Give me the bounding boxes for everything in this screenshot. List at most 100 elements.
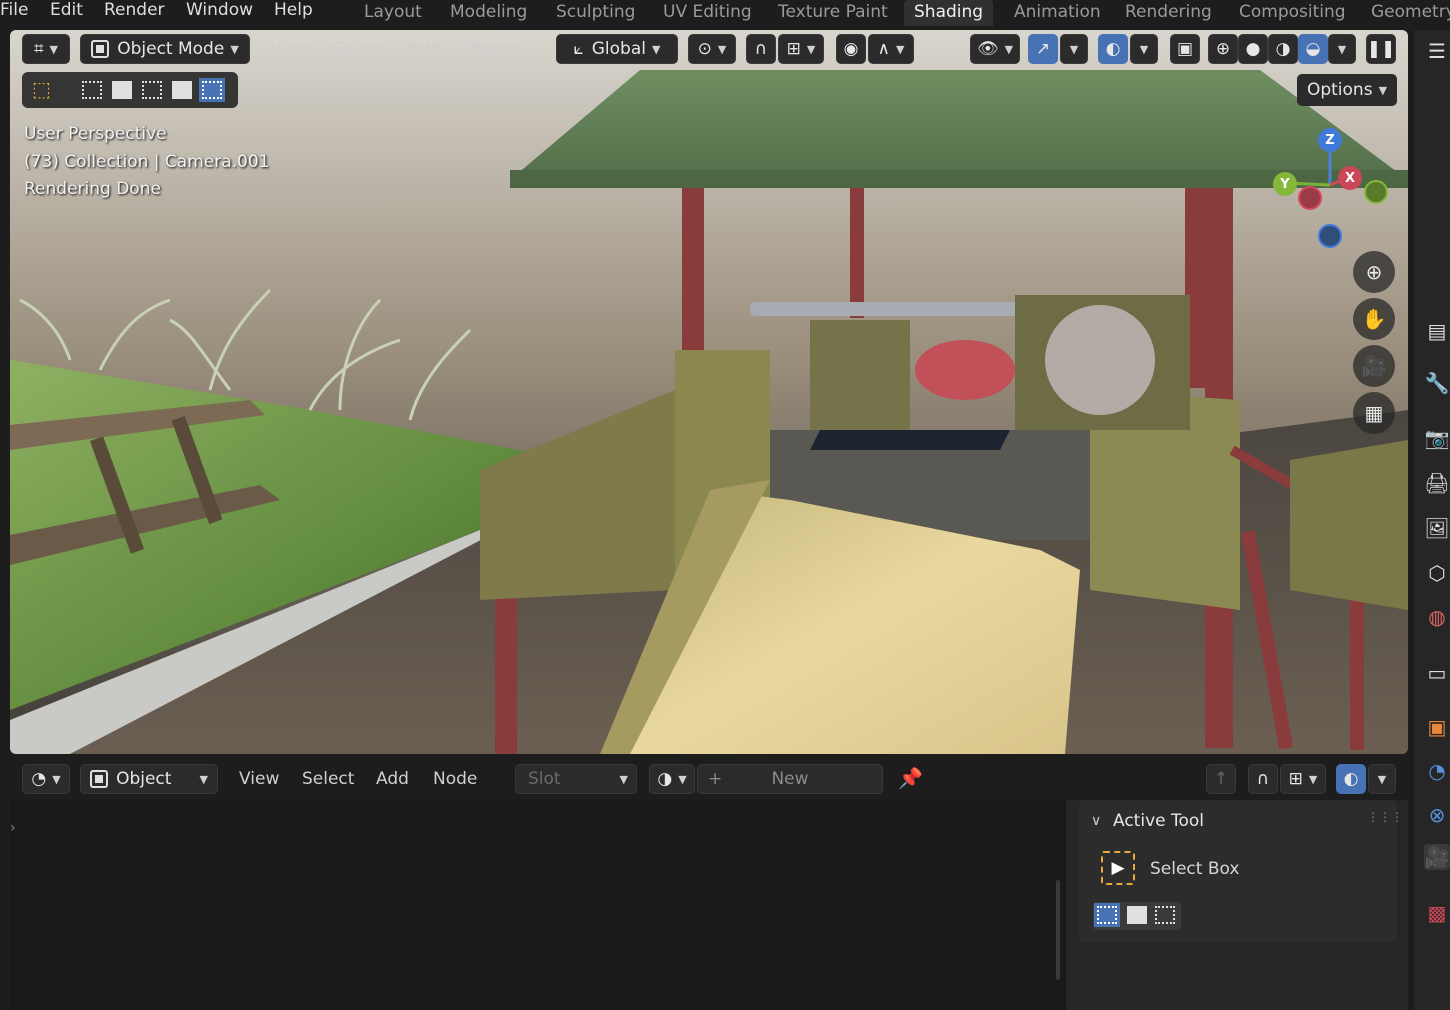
- shading-solid-button[interactable]: ●: [1238, 34, 1268, 64]
- perspective-toggle-button[interactable]: ▦: [1353, 392, 1395, 434]
- menu-render[interactable]: Render: [104, 0, 165, 24]
- menu-add[interactable]: Add: [408, 39, 441, 59]
- proportional-edit-toggle[interactable]: ◉: [836, 34, 866, 64]
- axis-neg-z-icon[interactable]: [1318, 224, 1342, 248]
- shading-material-button[interactable]: ◑: [1268, 34, 1298, 64]
- node-overlays-dropdown[interactable]: ▼: [1368, 764, 1396, 794]
- menu-edit[interactable]: Edit: [50, 0, 83, 24]
- select-invert-icon[interactable]: [172, 81, 192, 99]
- parent-node-tree-button[interactable]: ↑: [1206, 764, 1236, 794]
- menu-file[interactable]: File: [0, 0, 28, 24]
- node-canvas-scrollbar[interactable]: [1056, 880, 1060, 980]
- overlays-dropdown[interactable]: ▼: [1130, 34, 1158, 64]
- menu-select[interactable]: Select: [333, 39, 385, 59]
- texture-icon[interactable]: ▩: [1424, 900, 1450, 926]
- tab-shading[interactable]: Shading: [904, 0, 994, 26]
- pin-icon[interactable]: 📌: [898, 766, 923, 790]
- output-properties-icon[interactable]: 🖨: [1424, 470, 1450, 496]
- axis-z-icon[interactable]: Z: [1318, 128, 1342, 152]
- menu-object[interactable]: Object: [464, 39, 519, 59]
- select-extend-icon[interactable]: [1127, 906, 1147, 924]
- 3d-viewport[interactable]: [10, 30, 1408, 754]
- object-mode-dropdown[interactable]: Object Mode ▼: [80, 34, 250, 64]
- gizmo-toggle[interactable]: ↗: [1028, 34, 1058, 64]
- gizmo-dropdown[interactable]: ▼: [1060, 34, 1088, 64]
- menu-help[interactable]: Help: [274, 0, 313, 24]
- node-menu-select[interactable]: Select: [302, 769, 354, 789]
- menu-window[interactable]: Window: [186, 0, 253, 24]
- wrench-icon[interactable]: 🔧: [1424, 370, 1450, 396]
- xray-toggle[interactable]: ▣: [1170, 34, 1200, 64]
- active-tool-title[interactable]: Active Tool: [1113, 811, 1204, 831]
- constraints-icon[interactable]: ⊗: [1424, 802, 1450, 828]
- tab-uv-editing[interactable]: UV Editing: [653, 0, 762, 26]
- tab-animation[interactable]: Animation: [1004, 0, 1111, 26]
- chevron-right-icon[interactable]: ›: [10, 820, 16, 836]
- node-snap-toggle[interactable]: ∩: [1248, 764, 1278, 794]
- tool-settings-icon[interactable]: ▤: [1424, 318, 1450, 344]
- tab-rendering[interactable]: Rendering: [1115, 0, 1222, 26]
- material-browse-button[interactable]: ◑ ▼: [649, 764, 695, 794]
- falloff-button[interactable]: ∧ ▼: [868, 34, 914, 64]
- tab-geometry[interactable]: Geometry: [1361, 0, 1450, 26]
- tab-texture-paint[interactable]: Texture Paint: [768, 0, 898, 26]
- render-properties-icon[interactable]: 📷: [1424, 425, 1450, 451]
- transform-orientation-dropdown[interactable]: ⟀ Global ▼: [556, 34, 678, 64]
- physics-icon[interactable]: ◔: [1424, 758, 1450, 784]
- tab-compositing[interactable]: Compositing: [1229, 0, 1356, 26]
- select-box-tool-icon[interactable]: ▶: [1101, 851, 1135, 885]
- chevron-down-icon[interactable]: ∨: [1091, 813, 1101, 829]
- select-new-icon[interactable]: [1097, 906, 1117, 924]
- object-icon: [90, 770, 109, 788]
- pivot-point-button[interactable]: ⊙ ▼: [688, 34, 736, 64]
- camera-view-button[interactable]: 🎥: [1353, 345, 1395, 387]
- options-dropdown[interactable]: Options ▼: [1297, 74, 1397, 106]
- zoom-button[interactable]: ⊕: [1353, 251, 1395, 293]
- material-sphere-icon: ◑: [657, 769, 673, 789]
- select-intersect-icon[interactable]: [202, 81, 222, 99]
- scene-icon[interactable]: ⬡: [1424, 560, 1450, 586]
- select-extend-icon[interactable]: [112, 81, 132, 99]
- editor-type-button[interactable]: ⌗ ▼: [22, 34, 70, 64]
- snap-target-button[interactable]: ⊞ ▼: [778, 34, 824, 64]
- select-subtract-icon[interactable]: [1155, 906, 1175, 924]
- snap-toggle[interactable]: ∩: [746, 34, 776, 64]
- editor-type-button[interactable]: ◔ ▼: [22, 764, 70, 794]
- shading-wireframe-button[interactable]: ⊕: [1208, 34, 1238, 64]
- axis-x-icon[interactable]: X: [1338, 166, 1362, 190]
- shading-dropdown[interactable]: ▼: [1328, 34, 1356, 64]
- visibility-button[interactable]: 👁 ▼: [970, 34, 1020, 64]
- node-menu-add[interactable]: Add: [376, 769, 409, 789]
- axis-neg-y-icon[interactable]: [1364, 180, 1388, 204]
- pause-render-button[interactable]: ❚❚: [1366, 34, 1396, 64]
- collection-icon[interactable]: ▭: [1424, 660, 1450, 686]
- select-cursor-icon[interactable]: ⬚: [32, 77, 51, 101]
- node-overlays-toggle[interactable]: ◐: [1336, 764, 1366, 794]
- node-menu-view[interactable]: View: [239, 769, 279, 789]
- pan-button[interactable]: ✋: [1353, 298, 1395, 340]
- outliner-icon[interactable]: ☰: [1424, 38, 1450, 64]
- node-menu-node[interactable]: Node: [433, 769, 477, 789]
- axis-y-icon[interactable]: Y: [1273, 172, 1297, 196]
- view-layer-icon[interactable]: 🖼: [1424, 515, 1450, 541]
- rendered-scene: [10, 30, 1408, 754]
- object-properties-icon[interactable]: ▣: [1424, 714, 1450, 740]
- menu-view[interactable]: View: [270, 39, 310, 59]
- node-snap-target-button[interactable]: ⊞ ▼: [1280, 764, 1326, 794]
- drag-handle-icon[interactable]: ⋮⋮⋮: [1367, 810, 1403, 824]
- axis-neg-x-icon[interactable]: [1298, 186, 1322, 210]
- tab-sculpting[interactable]: Sculpting: [546, 0, 645, 26]
- tab-layout[interactable]: Layout: [354, 0, 432, 26]
- slot-dropdown[interactable]: Slot ▼: [515, 764, 637, 794]
- select-new-icon[interactable]: [82, 81, 102, 99]
- new-material-button[interactable]: + New: [697, 764, 883, 794]
- overlays-toggle[interactable]: ◐: [1098, 34, 1128, 64]
- shader-type-dropdown[interactable]: Object ▼: [80, 764, 218, 794]
- world-icon[interactable]: ◍: [1424, 604, 1450, 630]
- chevron-down-icon: ▼: [1139, 42, 1149, 56]
- camera-data-icon[interactable]: 🎥: [1424, 844, 1450, 870]
- select-subtract-icon[interactable]: [142, 81, 162, 99]
- tab-modeling[interactable]: Modeling: [440, 0, 537, 26]
- node-editor-canvas[interactable]: ›: [10, 800, 1066, 1010]
- shading-rendered-button[interactable]: ◒: [1298, 34, 1328, 64]
